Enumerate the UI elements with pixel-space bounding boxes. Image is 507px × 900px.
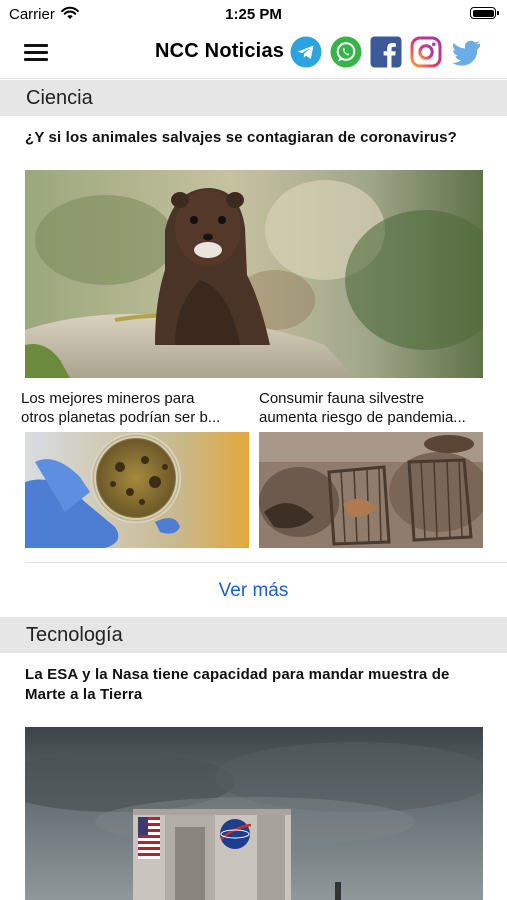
featured-image-nasa-building[interactable] (25, 727, 483, 900)
featured-headline[interactable]: ¿Y si los animales salvajes se contagiar… (25, 128, 485, 148)
twitter-icon[interactable] (450, 36, 482, 68)
featured-headline-nasa[interactable]: La ESA y la Nasa tiene capacidad para ma… (25, 665, 485, 705)
section-title: Ciencia (26, 87, 93, 109)
instagram-icon[interactable] (410, 36, 442, 68)
whatsapp-icon[interactable] (330, 36, 362, 68)
ver-mas-button[interactable]: Ver más (0, 580, 507, 602)
section-header-tecnologia: Tecnología (0, 617, 507, 653)
card-image-petri-dish[interactable] (25, 432, 249, 548)
telegram-icon[interactable] (290, 36, 322, 68)
status-bar: Carrier 1:25 PM (0, 0, 507, 28)
card-image-wildlife-market[interactable] (259, 432, 483, 548)
card-title-fauna[interactable]: Consumir fauna silvestre aumenta riesgo … (259, 389, 487, 427)
clock: 1:25 PM (225, 6, 282, 23)
card-title-mineros[interactable]: Los mejores mineros para otros planetas … (21, 389, 249, 427)
hamburger-menu-icon[interactable] (24, 43, 48, 61)
section-header-ciencia: Ciencia (0, 80, 507, 116)
section-title: Tecnología (26, 624, 123, 646)
nav-bar: NCC Noticias (0, 28, 507, 79)
featured-image-mink[interactable] (25, 170, 483, 378)
divider (25, 562, 507, 563)
battery-icon (470, 7, 499, 19)
app-title: NCC Noticias (155, 40, 285, 62)
facebook-icon[interactable] (370, 36, 402, 68)
